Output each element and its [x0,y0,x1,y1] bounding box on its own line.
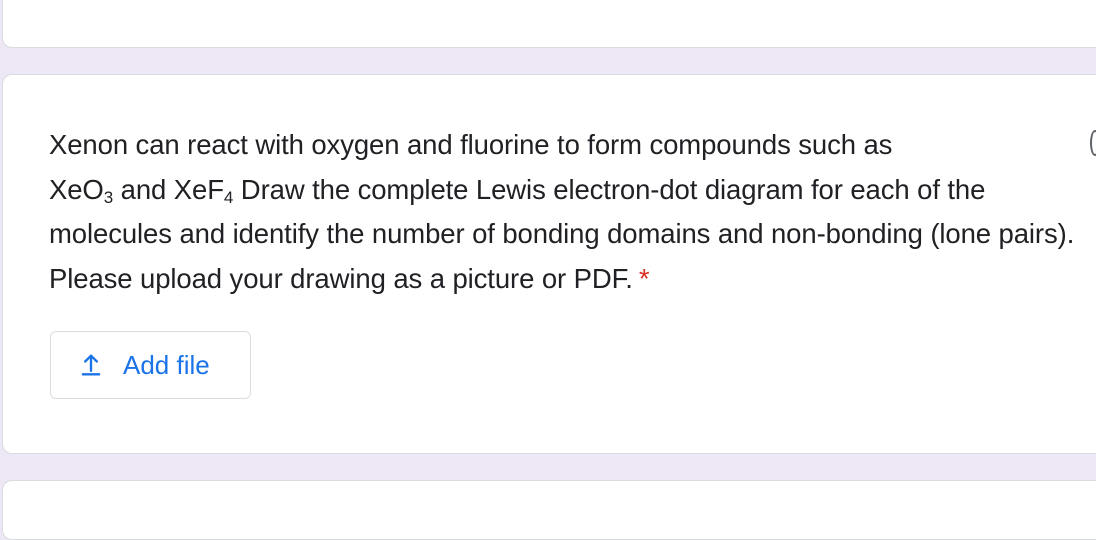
cutoff-icon [1090,130,1096,156]
add-file-button[interactable]: Add file [50,331,251,399]
question-line-1: Xenon can react with oxygen and fluorine… [49,129,893,160]
next-question-card [2,480,1096,540]
previous-question-card [2,0,1096,48]
required-asterisk: * [638,262,650,294]
question-card: Xenon can react with oxygen and fluorine… [2,74,1096,454]
formula-xeo3: XeO3 [49,173,114,207]
upload-icon [77,351,105,379]
question-conjunction: and [113,173,174,205]
question-text: Xenon can react with oxygen and fluorine… [49,123,1079,301]
add-file-label: Add file [123,349,210,380]
formula-xef4: XeF4 [173,173,234,207]
